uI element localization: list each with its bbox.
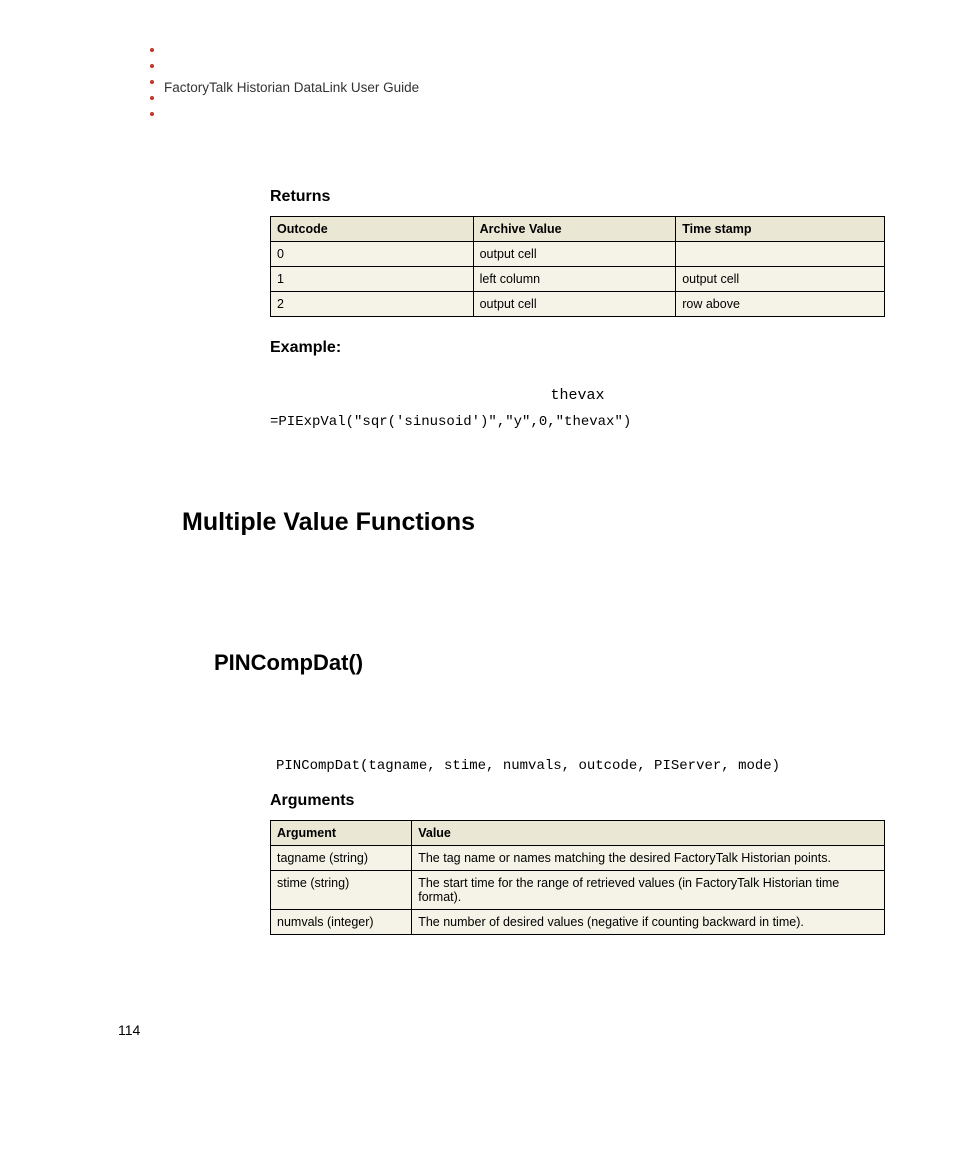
cell: The start time for the range of retrieve…	[412, 871, 885, 910]
returns-th-archive: Archive Value	[473, 217, 676, 242]
cell: numvals (integer)	[271, 910, 412, 935]
table-row: numvals (integer) The number of desired …	[271, 910, 885, 935]
table-row: 2 output cell row above	[271, 292, 885, 317]
example-code-line: =PIExpVal("sqr('sinusoid')","y",0,"theva…	[270, 414, 885, 430]
returns-table: Outcode Archive Value Time stamp 0 outpu…	[270, 216, 885, 317]
returns-heading: Returns	[270, 188, 885, 206]
cell	[676, 242, 885, 267]
cell: output cell	[473, 292, 676, 317]
table-row: stime (string) The start time for the ra…	[271, 871, 885, 910]
example-heading: Example:	[270, 339, 885, 357]
cell: 0	[271, 242, 474, 267]
args-th-argument: Argument	[271, 821, 412, 846]
cell: tagname (string)	[271, 846, 412, 871]
cell: stime (string)	[271, 871, 412, 910]
cell: output cell	[676, 267, 885, 292]
arguments-table: Argument Value tagname (string) The tag …	[270, 820, 885, 935]
cell: The tag name or names matching the desir…	[412, 846, 885, 871]
returns-th-timestamp: Time stamp	[676, 217, 885, 242]
decorative-dots	[150, 48, 154, 116]
arguments-heading: Arguments	[270, 792, 885, 810]
cell: 2	[271, 292, 474, 317]
returns-th-outcode: Outcode	[271, 217, 474, 242]
section-heading-multiple-value: Multiple Value Functions	[182, 508, 475, 537]
section-heading-pincompdat: PINCompDat()	[214, 650, 363, 676]
page-number: 114	[118, 1022, 140, 1038]
cell: 1	[271, 267, 474, 292]
example-code-center: thevax	[270, 387, 885, 404]
cell: The number of desired values (negative i…	[412, 910, 885, 935]
cell: output cell	[473, 242, 676, 267]
table-row: 0 output cell	[271, 242, 885, 267]
table-row: tagname (string) The tag name or names m…	[271, 846, 885, 871]
cell: left column	[473, 267, 676, 292]
content-block-2: PINCompDat(tagname, stime, numvals, outc…	[270, 728, 885, 957]
table-row: 1 left column output cell	[271, 267, 885, 292]
content-block-1: Returns Outcode Archive Value Time stamp…	[270, 188, 885, 470]
function-signature: PINCompDat(tagname, stime, numvals, outc…	[276, 758, 885, 774]
cell: row above	[676, 292, 885, 317]
running-header: FactoryTalk Historian DataLink User Guid…	[164, 80, 419, 95]
args-th-value: Value	[412, 821, 885, 846]
